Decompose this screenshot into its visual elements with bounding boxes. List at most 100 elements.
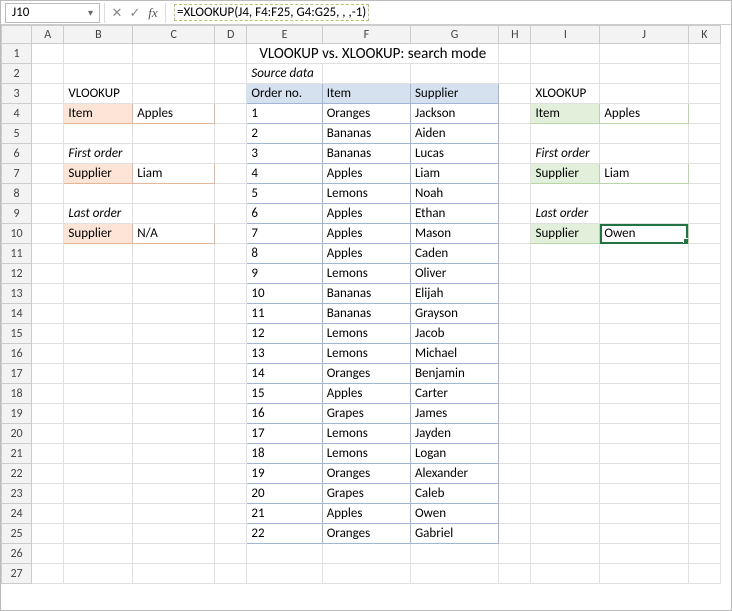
cell-J27[interactable] — [600, 564, 688, 584]
cell-H7[interactable] — [499, 164, 531, 184]
source-supplier[interactable]: Lucas — [410, 144, 498, 164]
cell-K18[interactable] — [688, 384, 720, 404]
cell-C21[interactable] — [133, 444, 215, 464]
cell-I13[interactable] — [531, 284, 600, 304]
source-item[interactable]: Lemons — [322, 424, 410, 444]
source-header[interactable]: Supplier — [410, 84, 498, 104]
cell-H15[interactable] — [499, 324, 531, 344]
cell-C16[interactable] — [133, 344, 215, 364]
cell-I5[interactable] — [531, 124, 600, 144]
row-header-2[interactable]: 2 — [2, 64, 32, 84]
cell-B7[interactable]: Supplier — [64, 164, 133, 184]
col-header-F[interactable]: F — [322, 26, 410, 44]
source-supplier[interactable]: Jackson — [410, 104, 498, 124]
source-supplier[interactable]: Owen — [410, 504, 498, 524]
col-header-H[interactable]: H — [499, 26, 531, 44]
cell-D6[interactable] — [215, 144, 247, 164]
cell-K23[interactable] — [688, 484, 720, 504]
cell-I15[interactable] — [531, 324, 600, 344]
cell-J6[interactable] — [600, 144, 688, 164]
cell-I2[interactable] — [531, 64, 600, 84]
cell-K11[interactable] — [688, 244, 720, 264]
source-supplier[interactable]: Noah — [410, 184, 498, 204]
cell-B20[interactable] — [64, 424, 133, 444]
cell-K1[interactable] — [688, 44, 720, 64]
cell-D27[interactable] — [215, 564, 247, 584]
cell-K4[interactable] — [688, 104, 720, 124]
cell-A9[interactable] — [32, 204, 64, 224]
cell-B11[interactable] — [64, 244, 133, 264]
cell-D15[interactable] — [215, 324, 247, 344]
cell-B21[interactable] — [64, 444, 133, 464]
source-item[interactable]: Bananas — [322, 124, 410, 144]
cell-J22[interactable] — [600, 464, 688, 484]
cell-A1[interactable] — [32, 44, 64, 64]
cell-D13[interactable] — [215, 284, 247, 304]
row-header-6[interactable]: 6 — [2, 144, 32, 164]
col-header-K[interactable]: K — [688, 26, 720, 44]
cell-I19[interactable] — [531, 404, 600, 424]
source-header[interactable]: Item — [322, 84, 410, 104]
cell-J20[interactable] — [600, 424, 688, 444]
cell-B16[interactable] — [64, 344, 133, 364]
cell-H14[interactable] — [499, 304, 531, 324]
source-order[interactable]: 12 — [247, 324, 322, 344]
row-header-12[interactable]: 12 — [2, 264, 32, 284]
cell-J11[interactable] — [600, 244, 688, 264]
cell-D10[interactable] — [215, 224, 247, 244]
cell-D18[interactable] — [215, 384, 247, 404]
cell-H27[interactable] — [499, 564, 531, 584]
cell-K16[interactable] — [688, 344, 720, 364]
cell-K25[interactable] — [688, 524, 720, 544]
row-header-27[interactable]: 27 — [2, 564, 32, 584]
cell-K6[interactable] — [688, 144, 720, 164]
cell-A2[interactable] — [32, 64, 64, 84]
cell-A12[interactable] — [32, 264, 64, 284]
cell-J12[interactable] — [600, 264, 688, 284]
cell-K24[interactable] — [688, 504, 720, 524]
col-header-J[interactable]: J — [600, 26, 688, 44]
source-supplier[interactable]: Mason — [410, 224, 498, 244]
cell-B8[interactable] — [64, 184, 133, 204]
cell-K7[interactable] — [688, 164, 720, 184]
cell-J7[interactable]: Liam — [600, 164, 688, 184]
row-header-25[interactable]: 25 — [2, 524, 32, 544]
cell-H25[interactable] — [499, 524, 531, 544]
cell-J17[interactable] — [600, 364, 688, 384]
row-header-1[interactable]: 1 — [2, 44, 32, 64]
cell-I8[interactable] — [531, 184, 600, 204]
cell-H11[interactable] — [499, 244, 531, 264]
cell-D14[interactable] — [215, 304, 247, 324]
cell-K22[interactable] — [688, 464, 720, 484]
source-order[interactable]: 22 — [247, 524, 322, 544]
cell-A7[interactable] — [32, 164, 64, 184]
cell-D16[interactable] — [215, 344, 247, 364]
cell-I12[interactable] — [531, 264, 600, 284]
cell-I18[interactable] — [531, 384, 600, 404]
cell-I21[interactable] — [531, 444, 600, 464]
cell-A15[interactable] — [32, 324, 64, 344]
cell-B6[interactable]: First order — [64, 144, 133, 164]
chevron-down-icon[interactable]: ▾ — [88, 6, 93, 19]
cell-A26[interactable] — [32, 544, 64, 564]
cell-A24[interactable] — [32, 504, 64, 524]
sheet[interactable]: ABCDEFGHIJK 1VLOOKUP vs. XLOOKUP: search… — [1, 25, 731, 610]
cell-C26[interactable] — [133, 544, 215, 564]
source-item[interactable]: Bananas — [322, 284, 410, 304]
cell-D24[interactable] — [215, 504, 247, 524]
source-supplier[interactable]: James — [410, 404, 498, 424]
source-order[interactable]: 21 — [247, 504, 322, 524]
vlookup-heading[interactable]: VLOOKUP — [64, 84, 133, 104]
row-header-11[interactable]: 11 — [2, 244, 32, 264]
cell-D3[interactable] — [215, 84, 247, 104]
cell-K14[interactable] — [688, 304, 720, 324]
cell-H5[interactable] — [499, 124, 531, 144]
source-supplier[interactable]: Benjamin — [410, 364, 498, 384]
cell-E27[interactable] — [247, 564, 322, 584]
source-supplier[interactable]: Jayden — [410, 424, 498, 444]
row-header-23[interactable]: 23 — [2, 484, 32, 504]
cell-C13[interactable] — [133, 284, 215, 304]
select-all-corner[interactable] — [2, 26, 32, 44]
cell-K20[interactable] — [688, 424, 720, 444]
cell-A11[interactable] — [32, 244, 64, 264]
